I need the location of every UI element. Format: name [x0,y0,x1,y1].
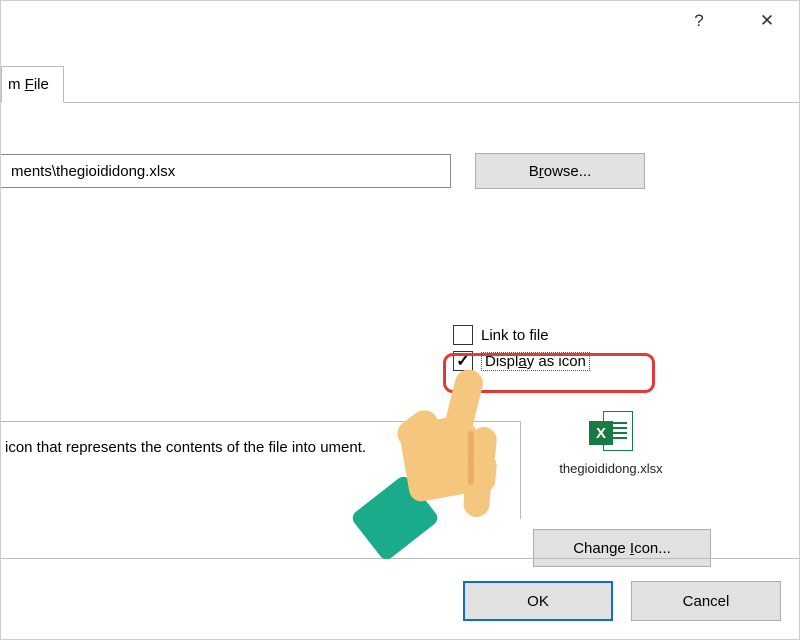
help-button[interactable]: ? [679,11,719,31]
close-button[interactable]: ✕ [747,11,787,31]
tab-label-mnemonic: F [25,76,34,93]
description-text: icon that represents the contents of the… [5,439,366,456]
display-as-icon-label: Display as icon [481,352,590,371]
icon-preview: X thegioididong.xlsx [541,411,681,476]
browse-button[interactable]: Browse... [475,153,645,189]
file-path-input[interactable] [1,154,451,188]
separator [1,558,799,559]
ok-button[interactable]: OK [463,581,613,621]
link-to-file-label: Link to file [481,327,549,344]
change-icon-button[interactable]: Change Icon... [533,529,711,567]
tab-from-file[interactable]: m File [1,66,64,103]
link-to-file-checkbox[interactable] [453,325,473,345]
tab-label-prefix: m [8,76,25,93]
description-box: icon that represents the contents of the… [1,421,521,519]
excel-file-icon: X [589,411,633,455]
tab-strip: m File [1,61,799,103]
dialog-buttons: OK Cancel [463,581,781,621]
icon-caption: thegioididong.xlsx [541,461,681,476]
options-group: Link to file Display as icon [453,325,590,377]
display-as-icon-checkbox[interactable] [453,351,473,371]
tab-label-suffix: ile [34,76,49,93]
cancel-button[interactable]: Cancel [631,581,781,621]
